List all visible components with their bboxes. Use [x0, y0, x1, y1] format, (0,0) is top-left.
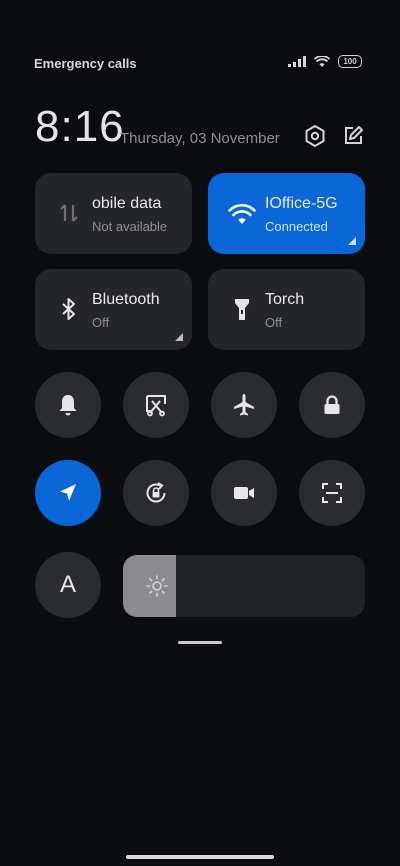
auto-brightness-button[interactable]: A — [35, 552, 101, 618]
auto-brightness-label: A — [59, 571, 76, 598]
tile-status: Not available — [92, 219, 168, 234]
tile-status: Off — [92, 315, 110, 330]
toggle-scanner[interactable] — [299, 460, 365, 526]
toggle-screenshot[interactable] — [123, 372, 189, 438]
tile-wifi[interactable]: IOffice-5G Connected — [208, 173, 365, 254]
toggle-lock-screen[interactable] — [299, 372, 365, 438]
toggle-screen-recorder[interactable] — [211, 460, 277, 526]
status-bar: Emergency calls o 100 — [0, 0, 400, 71]
bluetooth-icon — [62, 298, 75, 320]
tile-torch[interactable]: Torch Off — [208, 269, 365, 350]
tile-label: Bluetooth — [92, 291, 160, 308]
toggle-airplane-mode[interactable] — [211, 372, 277, 438]
sun-icon — [146, 575, 168, 597]
tile-status: Connected — [265, 219, 328, 234]
video-camera-icon — [234, 487, 254, 499]
settings-icon[interactable] — [303, 124, 327, 148]
lock-icon — [324, 395, 340, 414]
battery-icon: 100 — [338, 55, 362, 68]
screenshot-icon — [146, 395, 166, 417]
status-icons: 100 — [288, 55, 362, 68]
toggle-auto-rotate[interactable] — [123, 460, 189, 526]
tile-status: Off — [265, 315, 283, 330]
location-icon — [60, 484, 76, 501]
signal-icon — [288, 56, 306, 67]
carrier-status-text: Emergency calls o — [34, 56, 138, 71]
tile-bluetooth[interactable]: Bluetooth Off — [35, 269, 192, 350]
wifi-icon — [314, 55, 330, 67]
bell-icon — [59, 395, 77, 416]
tile-label: obile data — [92, 195, 162, 212]
tile-mobile-data[interactable]: obile data Not available — [35, 173, 192, 254]
home-indicator[interactable] — [126, 855, 274, 859]
airplane-icon — [234, 394, 254, 416]
tile-label: Torch — [265, 291, 305, 308]
rotate-lock-icon — [146, 482, 166, 503]
scan-icon — [322, 483, 342, 503]
clock-time: 8:16 — [35, 102, 125, 151]
mobile-data-icon — [60, 204, 78, 222]
torch-icon — [235, 299, 249, 320]
toggle-location[interactable] — [35, 460, 101, 526]
date-text: Thursday, 03 November — [120, 130, 280, 147]
tile-label: IOffice-5G — [265, 195, 338, 212]
panel-drag-handle[interactable] — [178, 641, 222, 644]
expand-corner-icon[interactable] — [348, 237, 356, 245]
brightness-slider[interactable] — [123, 555, 365, 617]
toggle-silent-mode[interactable] — [35, 372, 101, 438]
edit-icon[interactable] — [341, 124, 365, 148]
wifi-icon — [228, 203, 256, 224]
expand-corner-icon[interactable] — [175, 333, 183, 341]
